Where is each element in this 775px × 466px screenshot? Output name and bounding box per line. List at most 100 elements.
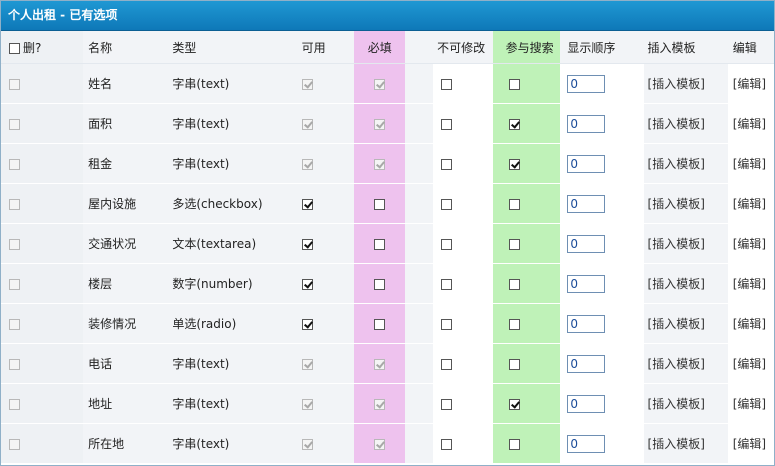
cell-type: 多选(checkbox) bbox=[168, 183, 296, 224]
insert-template-link[interactable]: [插入模板] bbox=[648, 197, 705, 211]
delete-checkbox bbox=[9, 278, 20, 290]
order-input[interactable] bbox=[567, 354, 606, 373]
order-input[interactable] bbox=[567, 194, 606, 213]
insert-template-link[interactable]: [插入模板] bbox=[648, 117, 705, 131]
cell-name: 租金 bbox=[83, 143, 169, 184]
table-row: 地址字串(text) [插入模板] [编辑] bbox=[1, 383, 774, 424]
cell-required bbox=[354, 263, 406, 304]
cell-required bbox=[354, 223, 406, 264]
edit-link[interactable]: [编辑] bbox=[733, 437, 766, 451]
insert-template-link[interactable]: [插入模板] bbox=[648, 77, 705, 91]
edit-link[interactable]: [编辑] bbox=[733, 77, 766, 91]
cell-search bbox=[492, 143, 561, 184]
readonly-checkbox[interactable] bbox=[441, 198, 453, 210]
readonly-checkbox[interactable] bbox=[441, 238, 453, 250]
insert-template-link[interactable]: [插入模板] bbox=[648, 157, 705, 171]
search-checkbox[interactable] bbox=[508, 238, 520, 250]
cell-type: 字串(text) bbox=[168, 383, 296, 424]
cell-name: 所在地 bbox=[83, 423, 169, 464]
cell-readonly bbox=[433, 223, 493, 264]
required-checkbox[interactable] bbox=[374, 278, 386, 290]
insert-template-link[interactable]: [插入模板] bbox=[648, 277, 705, 291]
cell-edit: [编辑] bbox=[727, 143, 774, 184]
cell-name: 装修情况 bbox=[83, 303, 169, 344]
readonly-checkbox[interactable] bbox=[441, 278, 453, 290]
cell-delete bbox=[1, 263, 84, 304]
edit-link[interactable]: [编辑] bbox=[733, 277, 766, 291]
order-input[interactable] bbox=[567, 154, 606, 173]
edit-link[interactable]: [编辑] bbox=[733, 397, 766, 411]
required-checkbox[interactable] bbox=[374, 238, 386, 250]
readonly-checkbox[interactable] bbox=[441, 158, 453, 170]
edit-link[interactable]: [编辑] bbox=[733, 117, 766, 131]
available-checkbox bbox=[301, 438, 313, 450]
search-checkbox[interactable] bbox=[508, 158, 520, 170]
insert-template-link[interactable]: [插入模板] bbox=[648, 357, 705, 371]
edit-link[interactable]: [编辑] bbox=[733, 317, 766, 331]
insert-template-link[interactable]: [插入模板] bbox=[648, 437, 705, 451]
search-checkbox[interactable] bbox=[508, 278, 520, 290]
order-input[interactable] bbox=[567, 234, 606, 253]
required-checkbox bbox=[374, 158, 386, 170]
search-checkbox[interactable] bbox=[508, 198, 520, 210]
search-checkbox[interactable] bbox=[508, 438, 520, 450]
cell-order bbox=[560, 143, 644, 184]
cell-type: 字串(text) bbox=[168, 143, 296, 184]
required-checkbox[interactable] bbox=[374, 198, 386, 210]
available-checkbox[interactable] bbox=[301, 278, 313, 290]
edit-link[interactable]: [编辑] bbox=[733, 357, 766, 371]
edit-link[interactable]: [编辑] bbox=[733, 197, 766, 211]
insert-template-link[interactable]: [插入模板] bbox=[648, 317, 705, 331]
insert-template-link[interactable]: [插入模板] bbox=[648, 397, 705, 411]
cell-edit: [编辑] bbox=[727, 223, 774, 264]
cell-spacer bbox=[405, 423, 434, 464]
cell-required bbox=[354, 63, 406, 104]
cell-edit: [编辑] bbox=[727, 343, 774, 384]
search-checkbox[interactable] bbox=[508, 318, 520, 330]
cell-insert-template: [插入模板] bbox=[643, 343, 728, 384]
search-checkbox[interactable] bbox=[508, 78, 520, 90]
search-checkbox[interactable] bbox=[508, 358, 520, 370]
cell-search bbox=[492, 223, 561, 264]
readonly-checkbox[interactable] bbox=[441, 398, 453, 410]
order-input[interactable] bbox=[567, 394, 606, 413]
available-checkbox[interactable] bbox=[301, 238, 313, 250]
search-checkbox[interactable] bbox=[508, 118, 520, 130]
readonly-checkbox[interactable] bbox=[441, 358, 453, 370]
order-input[interactable] bbox=[567, 274, 606, 293]
readonly-checkbox[interactable] bbox=[441, 318, 453, 330]
insert-template-link[interactable]: [插入模板] bbox=[648, 237, 705, 251]
required-checkbox bbox=[374, 398, 386, 410]
order-input[interactable] bbox=[567, 434, 606, 453]
cell-order bbox=[560, 383, 644, 424]
available-checkbox[interactable] bbox=[301, 198, 313, 210]
table-row: 装修情况单选(radio) [插入模板] [编辑] bbox=[1, 303, 774, 344]
cell-type: 数字(number) bbox=[168, 263, 296, 304]
cell-name: 面积 bbox=[83, 103, 169, 144]
order-input[interactable] bbox=[567, 314, 606, 333]
readonly-checkbox[interactable] bbox=[441, 118, 453, 130]
cell-order bbox=[560, 183, 644, 224]
cell-search bbox=[492, 183, 561, 224]
cell-search bbox=[492, 63, 561, 104]
cell-required bbox=[354, 183, 406, 224]
cell-type: 文本(textarea) bbox=[168, 223, 296, 264]
readonly-checkbox[interactable] bbox=[441, 78, 453, 90]
cell-insert-template: [插入模板] bbox=[643, 183, 728, 224]
edit-link[interactable]: [编辑] bbox=[733, 157, 766, 171]
order-input[interactable] bbox=[567, 114, 606, 133]
required-checkbox[interactable] bbox=[374, 318, 386, 330]
edit-link[interactable]: [编辑] bbox=[733, 237, 766, 251]
table-row: 所在地字串(text) [插入模板] [编辑] bbox=[1, 423, 774, 464]
available-checkbox[interactable] bbox=[301, 318, 313, 330]
available-checkbox bbox=[301, 118, 313, 130]
cell-spacer bbox=[405, 223, 434, 264]
header-required: 必填 bbox=[354, 31, 406, 64]
required-checkbox bbox=[374, 118, 386, 130]
select-all-delete-checkbox[interactable] bbox=[9, 42, 20, 54]
readonly-checkbox[interactable] bbox=[441, 438, 453, 450]
order-input[interactable] bbox=[567, 74, 606, 93]
delete-checkbox bbox=[9, 118, 20, 130]
search-checkbox[interactable] bbox=[508, 398, 520, 410]
table-row: 楼层数字(number) [插入模板] [编辑] bbox=[1, 263, 774, 304]
